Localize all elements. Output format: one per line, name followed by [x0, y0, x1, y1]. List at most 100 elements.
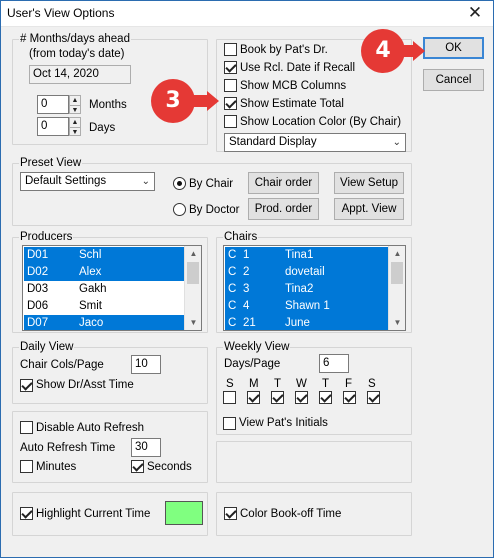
disable-auto-refresh-label: Disable Auto Refresh — [36, 422, 145, 434]
list-item[interactable]: C 4 Shawn 1 — [225, 298, 388, 315]
day-checkbox-wed[interactable] — [295, 391, 308, 404]
prod-order-button[interactable]: Prod. order — [248, 198, 319, 220]
day-checkbox-fri[interactable] — [343, 391, 356, 404]
use-rcl-date-checkbox[interactable] — [224, 61, 237, 74]
daily-view-label: Daily View — [19, 341, 75, 353]
chairs-group: Chairs C 1 Tina1 C 2 dovetail C 3 Tina2 C 4 Shaw… — [216, 231, 412, 333]
day-checkbox-sun[interactable] — [223, 391, 236, 404]
auto-refresh-time-input[interactable]: 30 — [131, 438, 161, 457]
minutes-checkbox[interactable] — [20, 460, 33, 473]
color-bookoff-label: Color Book-off Time — [240, 508, 342, 520]
scroll-up-icon[interactable]: ▲ — [389, 246, 405, 261]
chairs-list[interactable]: C 1 Tina1 C 2 dovetail C 3 Tina2 C 4 Shawn 1 C 21… — [223, 245, 406, 331]
day-label: M — [249, 378, 259, 390]
list-item[interactable]: C 1 Tina1 — [225, 247, 388, 264]
window-title: User's View Options — [7, 6, 115, 20]
chevron-down-icon[interactable]: ▼ — [70, 105, 80, 114]
show-dr-asst-label: Show Dr/Asst Time — [36, 379, 134, 391]
chair-cols-input[interactable]: 10 — [131, 355, 161, 374]
list-item[interactable]: C 3 Tina2 — [225, 281, 388, 298]
day-checkbox-tue[interactable] — [271, 391, 284, 404]
list-item[interactable]: D07 Jaco — [24, 315, 184, 330]
ok-button[interactable]: OK — [423, 37, 484, 59]
chevron-down-icon[interactable]: ▼ — [70, 127, 80, 136]
day-checkbox-mon[interactable] — [247, 391, 260, 404]
view-setup-button[interactable]: View Setup — [334, 172, 404, 194]
by-doctor-label: By Doctor — [189, 204, 240, 216]
show-location-color-label: Show Location Color (By Chair) — [240, 116, 402, 128]
list-item[interactable]: D01 Schl — [24, 247, 184, 264]
bookoff-group: Color Book-off Time — [216, 492, 412, 536]
day-label: S — [368, 378, 376, 390]
disable-auto-refresh-checkbox[interactable] — [20, 421, 33, 434]
chevron-up-icon[interactable]: ▲ — [70, 118, 80, 127]
date-field: Oct 14, 2020 — [29, 65, 131, 84]
day-checkbox-thu[interactable] — [319, 391, 332, 404]
book-by-dr-label: Book by Pat's Dr. — [240, 44, 328, 56]
producers-label: Producers — [19, 231, 74, 243]
minutes-label: Minutes — [36, 461, 77, 473]
by-chair-radio[interactable] — [173, 177, 186, 190]
scroll-up-icon[interactable]: ▲ — [185, 246, 201, 261]
weekly-view-group: Weekly View Days/Page 6 S M T W T F S Vi… — [216, 341, 412, 435]
display-select-value: Standard Display — [229, 136, 317, 148]
highlight-color-swatch[interactable] — [165, 501, 203, 525]
chairs-scrollbar[interactable]: ▲ ▼ — [388, 246, 405, 330]
display-select[interactable]: Standard Display ⌄ — [224, 133, 406, 152]
highlight-current-time-checkbox[interactable] — [20, 507, 33, 520]
days-input[interactable]: 0 — [37, 117, 69, 136]
highlight-current-time-label: Highlight Current Time — [36, 508, 151, 520]
scroll-thumb[interactable] — [391, 262, 403, 284]
days-label: Days — [89, 122, 116, 134]
by-doctor-radio[interactable] — [173, 203, 186, 216]
day-label: S — [226, 378, 234, 390]
chevron-up-icon[interactable]: ▲ — [70, 96, 80, 105]
cancel-button[interactable]: Cancel — [423, 69, 484, 91]
months-days-label: # Months/days ahead — [19, 33, 131, 45]
show-estimate-label: Show Estimate Total — [240, 98, 344, 110]
highlight-group: Highlight Current Time — [12, 492, 208, 536]
close-icon[interactable]: ✕ — [465, 3, 485, 23]
auto-refresh-time-label: Auto Refresh Time — [20, 442, 116, 454]
preset-view-group: Preset View Default Settings ⌄ By Chair … — [12, 157, 412, 226]
empty-group — [216, 441, 412, 483]
view-initials-label: View Pat's Initials — [239, 417, 328, 429]
seconds-checkbox[interactable] — [131, 460, 144, 473]
chair-order-button[interactable]: Chair order — [248, 172, 319, 194]
annotation-arrow-4 — [397, 41, 425, 61]
by-chair-label: By Chair — [189, 178, 234, 190]
days-page-input[interactable]: 6 — [319, 354, 349, 373]
refresh-group: Disable Auto Refresh Auto Refresh Time 3… — [12, 411, 208, 483]
chevron-down-icon: ⌄ — [141, 176, 150, 187]
show-location-color-checkbox[interactable] — [224, 115, 237, 128]
list-item[interactable]: D03 Gakh — [24, 281, 184, 298]
show-estimate-checkbox[interactable] — [224, 97, 237, 110]
list-item[interactable]: D06 Smit — [24, 298, 184, 315]
appt-view-button[interactable]: Appt. View — [334, 198, 404, 220]
months-input[interactable]: 0 — [37, 95, 69, 114]
months-stepper[interactable]: ▲ ▼ — [69, 95, 81, 114]
scroll-thumb[interactable] — [187, 262, 199, 284]
color-bookoff-checkbox[interactable] — [224, 507, 237, 520]
seconds-label: Seconds — [147, 461, 192, 473]
producers-scrollbar[interactable]: ▲ ▼ — [184, 246, 201, 330]
show-mcb-checkbox[interactable] — [224, 79, 237, 92]
scroll-down-icon[interactable]: ▼ — [185, 315, 201, 330]
view-initials-checkbox[interactable] — [223, 417, 236, 430]
preset-select[interactable]: Default Settings ⌄ — [20, 172, 155, 191]
day-label: T — [274, 378, 282, 390]
producers-list[interactable]: D01 Schl D02 Alex D03 Gakh D06 Smit D07 Jaco … — [22, 245, 202, 331]
list-item[interactable]: C 2 dovetail — [225, 264, 388, 281]
months-label: Months — [89, 99, 127, 111]
scroll-down-icon[interactable]: ▼ — [389, 315, 405, 330]
list-item[interactable]: C 21 June — [225, 315, 388, 330]
list-item[interactable]: D02 Alex — [24, 264, 184, 281]
show-dr-asst-checkbox[interactable] — [20, 379, 33, 392]
days-page-label: Days/Page — [224, 358, 281, 370]
day-checkbox-sat[interactable] — [367, 391, 380, 404]
chevron-down-icon: ⌄ — [392, 137, 401, 148]
book-by-dr-checkbox[interactable] — [224, 43, 237, 56]
users-view-options-dialog: User's View Options ✕ # Months/days ahea… — [0, 0, 494, 558]
preset-select-value: Default Settings — [25, 175, 107, 187]
days-stepper[interactable]: ▲ ▼ — [69, 117, 81, 136]
